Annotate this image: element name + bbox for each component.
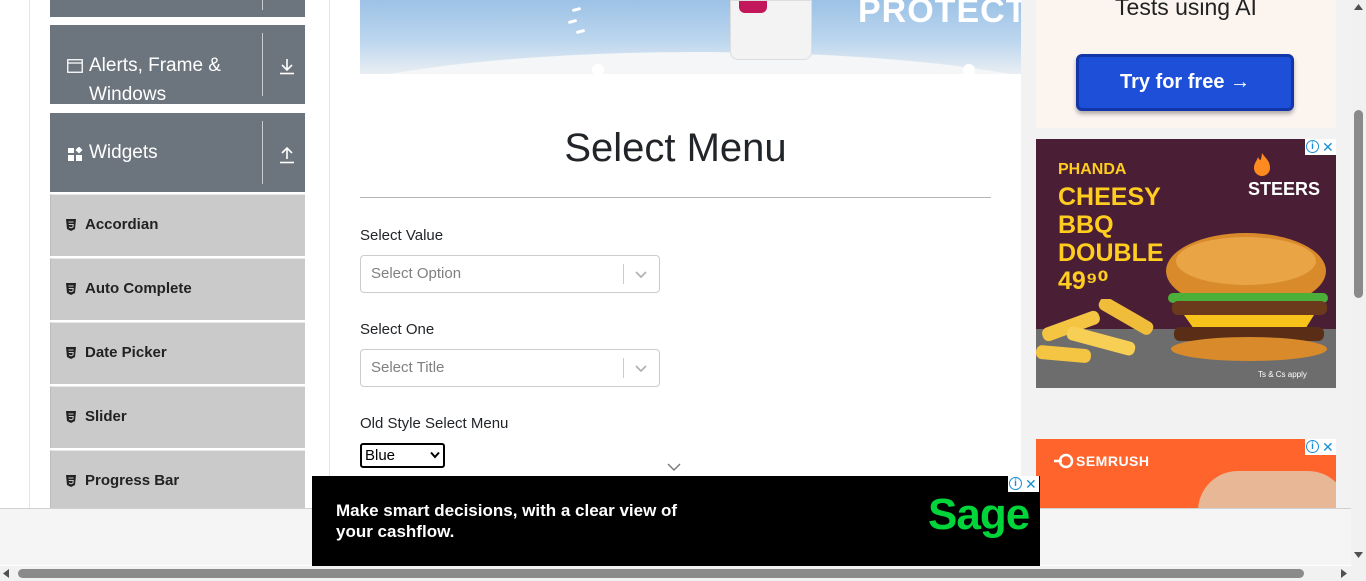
sage-ad[interactable]: Make smart decisions, with a clear view … (312, 476, 1040, 566)
banner-streak (571, 6, 582, 13)
scroll-right-icon[interactable] (1341, 569, 1347, 578)
ad-info-icon[interactable]: i (1009, 477, 1022, 490)
sidebar-group-alerts-frame-windows[interactable]: Alerts, Frame & Windows (50, 25, 305, 105)
select-one-label: Select One (360, 321, 435, 338)
html5-icon (66, 219, 76, 231)
banner-headline: PROTECT (858, 0, 1021, 30)
caret-down-icon (430, 451, 440, 459)
sidebar-item-slider[interactable]: Slider (50, 386, 305, 448)
ad-close-icon[interactable]: ✕ (1322, 439, 1334, 455)
fries-image (1036, 299, 1154, 363)
burger-image (1166, 233, 1328, 361)
scroll-up-icon[interactable] (1354, 4, 1363, 10)
vertical-scroll-thumb[interactable] (1354, 110, 1363, 298)
window-icon (67, 59, 83, 73)
sidebar-group-label: Alerts, Frame & (89, 55, 221, 76)
chevron-down-icon (667, 463, 681, 471)
select-value-label: Select Value (360, 227, 444, 244)
sidebar-border-right (329, 0, 330, 508)
page-title: Select Menu (564, 126, 787, 170)
ad-info-icon[interactable]: i (1306, 140, 1319, 153)
sidebar-border-left (29, 0, 30, 508)
widgets-icon (68, 147, 83, 161)
sidebar-item-progress-bar[interactable]: Progress Bar (50, 450, 305, 512)
try-for-free-button[interactable]: Try for free → (1076, 54, 1294, 111)
scroll-down-icon[interactable] (1354, 552, 1363, 558)
page: Alerts, Frame & Windows Widgets Accordia… (0, 0, 1366, 581)
select-value-dropdown[interactable]: Select Option (360, 255, 660, 293)
select-one-dropdown[interactable]: Select Title (360, 349, 660, 387)
sidebar-group-separator (262, 33, 263, 96)
ad-person-image (1198, 471, 1336, 508)
html5-icon (66, 411, 76, 423)
scroll-left-icon[interactable] (3, 569, 9, 578)
flame-icon (1254, 153, 1270, 176)
select-value-placeholder: Select Option (371, 265, 462, 282)
html5-icon (66, 475, 76, 487)
upload-icon[interactable] (278, 146, 296, 164)
top-banner-ad[interactable]: PROTECT (360, 0, 1021, 74)
select-one-placeholder: Select Title (371, 359, 445, 376)
sidebar-item-label: Accordian (85, 216, 159, 233)
dropdown-separator (623, 358, 624, 378)
chevron-down-icon[interactable] (633, 361, 649, 375)
sidebar-item-label: Progress Bar (85, 472, 180, 489)
sidebar-item-label: Slider (85, 408, 127, 425)
old-style-select[interactable]: Blue (360, 443, 445, 468)
ad-choices-controls[interactable]: i ✕ (1008, 476, 1039, 492)
ad-close-icon[interactable]: ✕ (1025, 476, 1037, 492)
ad-message: Make smart decisions, with a clear view … (336, 501, 678, 541)
sidebar-group-widgets[interactable]: Widgets (50, 113, 305, 192)
sidebar-group-separator (262, 121, 263, 184)
sidebar-item-date-picker[interactable]: Date Picker (50, 322, 305, 384)
banner-horizon (360, 52, 1021, 74)
horizontal-scroll-thumb[interactable] (18, 569, 1304, 578)
ad-headline: Tests using AI (1115, 0, 1257, 20)
sidebar-group-separator (262, 0, 263, 10)
chevron-down-icon[interactable] (633, 267, 649, 281)
ai-testing-ad[interactable]: Tests using AI Try for free → (1036, 0, 1336, 128)
semrush-logo-icon (1054, 453, 1074, 469)
sidebar-item-accordian[interactable]: Accordian (50, 194, 305, 256)
ad-choices-controls[interactable]: i ✕ (1305, 139, 1336, 155)
banner-dot (592, 64, 604, 74)
steers-burger-ad[interactable]: PHANDA CHEESY BBQ DOUBLE 49⁹⁰ STEERS Ts … (1036, 139, 1336, 388)
ad-logo: SEMRUSH (1076, 453, 1150, 469)
sidebar-group-label: Widgets (89, 142, 158, 163)
semrush-ad[interactable]: SEMRUSH (1036, 439, 1336, 508)
banner-streak (575, 28, 586, 35)
sidebar-group-previous[interactable] (50, 0, 305, 17)
html5-icon (66, 283, 76, 295)
banner-dot (963, 64, 975, 74)
banner-streak (567, 18, 578, 25)
sidebar-group-label-line2: Windows (89, 84, 167, 105)
vertical-scrollbar[interactable] (1351, 0, 1366, 566)
product-bottle (730, 0, 812, 60)
sidebar-item-label: Auto Complete (85, 280, 192, 297)
ad-info-icon[interactable]: i (1306, 440, 1319, 453)
horizontal-scrollbar[interactable] (0, 566, 1366, 581)
sidebar-item-label: Date Picker (85, 344, 167, 361)
sidebar-item-auto-complete[interactable]: Auto Complete (50, 258, 305, 320)
ad-logo: Sage (928, 490, 1030, 539)
html5-icon (66, 347, 76, 359)
download-icon[interactable] (278, 57, 296, 75)
ad-fine-print: Ts & Cs apply (1258, 370, 1307, 379)
ad-brand: PHANDA (1058, 161, 1127, 178)
title-divider (360, 197, 991, 198)
bottle-cap (739, 1, 767, 13)
ad-close-icon[interactable]: ✕ (1322, 139, 1334, 155)
old-style-select-value: Blue (365, 447, 396, 464)
ad-logo: STEERS (1248, 179, 1321, 199)
old-style-select-label: Old Style Select Menu (360, 415, 509, 432)
ad-choices-controls[interactable]: i ✕ (1305, 439, 1336, 455)
dropdown-separator (623, 264, 624, 284)
